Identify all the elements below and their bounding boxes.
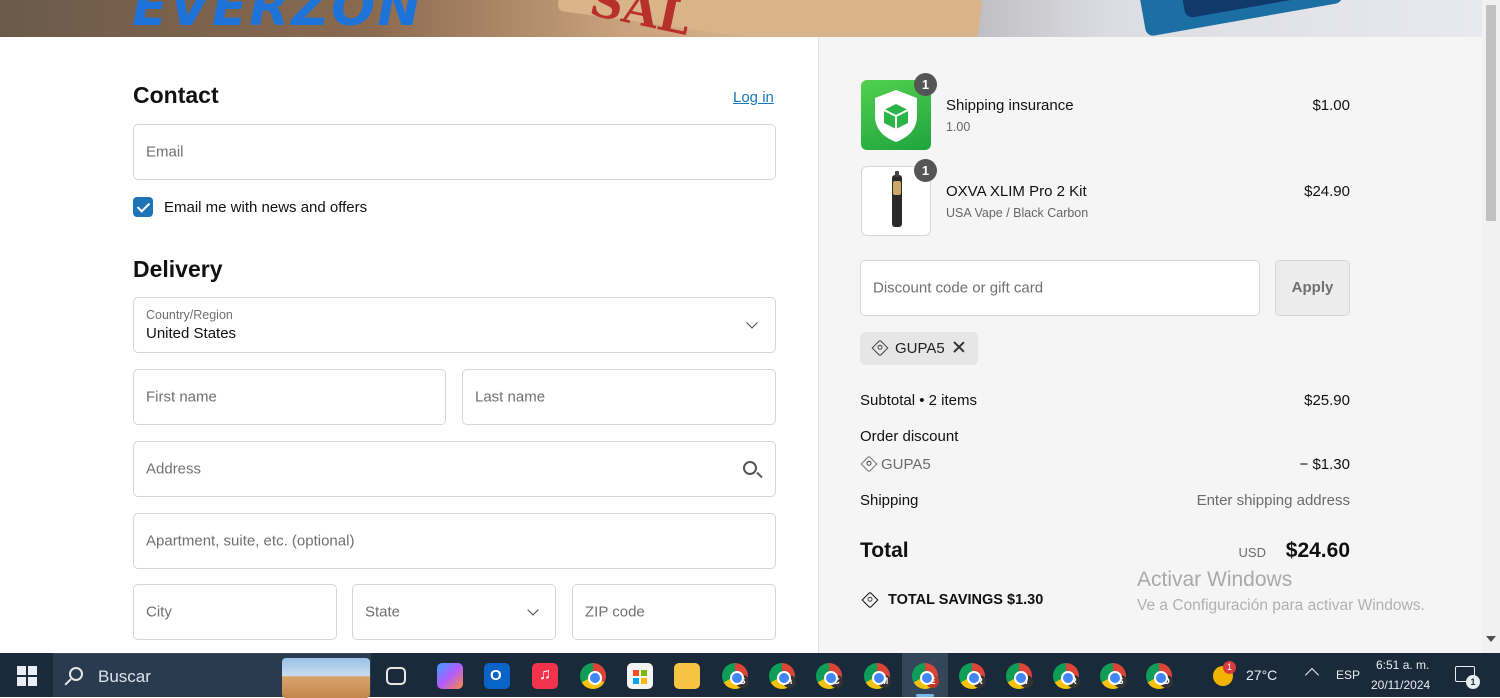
discount-value: − $1.30 xyxy=(1299,456,1350,473)
chrome-profile-icon[interactable]: R xyxy=(1053,663,1080,689)
clock-time[interactable]: 6:51 a. m. xyxy=(1376,658,1429,672)
store-logo[interactable]: EVERZON xyxy=(132,0,423,37)
discount-code-input[interactable]: Discount code or gift card xyxy=(860,260,1260,316)
notification-count: 1 xyxy=(1466,675,1480,689)
chrome-profile-icon[interactable]: R xyxy=(959,663,986,689)
login-link[interactable]: Log in xyxy=(733,89,774,106)
music-icon[interactable]: ♫ xyxy=(532,663,558,689)
order-discount-label: Order discount xyxy=(860,428,959,445)
search-highlight-image xyxy=(282,658,370,698)
item-name: Shipping insurance xyxy=(946,97,1074,114)
chrome-profile-icon[interactable]: C xyxy=(816,663,843,689)
email-field[interactable]: Email xyxy=(133,124,776,180)
chrome-profile-icon[interactable]: S xyxy=(1100,663,1127,689)
total-savings-value: $1.30 xyxy=(1007,592,1044,608)
shipping-label: Shipping xyxy=(860,492,919,509)
city-field[interactable]: City xyxy=(133,584,337,640)
chrome-profile-icon[interactable]: D xyxy=(1146,663,1173,689)
scrollbar-thumb[interactable] xyxy=(1486,5,1496,221)
chrome-profile-icon[interactable]: I xyxy=(1006,663,1033,689)
city-placeholder: City xyxy=(146,603,172,621)
zip-placeholder: ZIP code xyxy=(585,603,645,621)
email-placeholder: Email xyxy=(146,143,184,161)
newsletter-checkbox[interactable] xyxy=(133,197,153,217)
remove-discount-icon[interactable] xyxy=(952,340,966,354)
address-search-icon[interactable] xyxy=(743,461,757,475)
item-variant: 1.00 xyxy=(946,120,971,134)
weather-badge: 1 xyxy=(1223,661,1236,674)
item-price: $24.90 xyxy=(1304,183,1350,200)
state-placeholder: State xyxy=(365,603,401,621)
subtotal-value: $25.90 xyxy=(1304,392,1350,409)
subtotal-label: Subtotal • 2 items xyxy=(860,392,977,409)
task-view-icon[interactable] xyxy=(386,667,406,685)
store-banner: SAL EVERZON xyxy=(0,0,1482,37)
item-quantity-badge: 1 xyxy=(914,159,937,182)
file-explorer-icon[interactable] xyxy=(674,663,700,689)
zip-field[interactable]: ZIP code xyxy=(572,584,776,640)
shipping-value: Enter shipping address xyxy=(1196,492,1350,509)
temperature[interactable]: 27°C xyxy=(1246,667,1277,683)
outlook-icon[interactable]: O xyxy=(484,663,510,689)
address-placeholder: Address xyxy=(146,460,202,478)
apartment-placeholder: Apartment, suite, etc. (optional) xyxy=(146,532,355,550)
chevron-down-icon xyxy=(746,317,758,329)
newsletter-label[interactable]: Email me with news and offers xyxy=(164,199,367,216)
taskbar-search-box[interactable]: Buscar xyxy=(53,653,371,698)
copilot-icon[interactable] xyxy=(437,663,463,689)
contact-heading: Contact xyxy=(133,82,219,108)
start-button[interactable] xyxy=(17,666,37,686)
discount-placeholder: Discount code or gift card xyxy=(873,279,1044,297)
apply-button[interactable]: Apply xyxy=(1275,260,1350,316)
last-name-field[interactable]: Last name xyxy=(462,369,776,425)
total-label: Total xyxy=(860,539,909,562)
page-scrollbar[interactable] xyxy=(1482,0,1500,653)
clock-date[interactable]: 20/11/2024 xyxy=(1371,678,1430,692)
chrome-profile-icon[interactable]: n xyxy=(769,663,796,689)
scroll-down-arrow-icon[interactable] xyxy=(1486,636,1496,642)
chrome-profile-icon[interactable]: M xyxy=(864,663,891,689)
item-price: $1.00 xyxy=(1312,97,1350,114)
apartment-field[interactable]: Apartment, suite, etc. (optional) xyxy=(133,513,776,569)
country-label: Country/Region xyxy=(146,308,233,322)
state-select[interactable]: State xyxy=(352,584,556,640)
language-indicator[interactable]: ESP xyxy=(1336,668,1360,682)
store-icon[interactable] xyxy=(627,663,653,689)
windows-taskbar: Buscar O ♫ S n C M E R I R S D 1 27°C ES… xyxy=(0,653,1500,698)
last-name-placeholder: Last name xyxy=(475,388,546,406)
applied-discount-code: GUPA5 xyxy=(895,340,945,357)
chrome-profile-icon[interactable]: S xyxy=(722,663,749,689)
total-currency: USD xyxy=(1238,545,1266,560)
windows-activation-title: Activar Windows xyxy=(1137,568,1293,591)
chrome-profile-icon[interactable]: E xyxy=(912,663,939,689)
item-name: OXVA XLIM Pro 2 Kit xyxy=(946,183,1087,200)
total-value: $24.60 xyxy=(1285,539,1350,562)
taskbar-search-label: Buscar xyxy=(98,667,151,686)
country-value: United States xyxy=(146,325,237,342)
search-icon xyxy=(69,667,83,681)
discount-code-label: GUPA5 xyxy=(881,456,931,473)
item-variant: USA Vape / Black Carbon xyxy=(946,206,1089,220)
chevron-down-icon xyxy=(527,604,539,616)
windows-activation-subtitle: Ve a Configuración para activar Windows. xyxy=(1137,597,1425,614)
country-select[interactable]: Country/Region United States xyxy=(133,297,776,353)
chrome-icon[interactable] xyxy=(580,663,606,689)
address-field[interactable]: Address xyxy=(133,441,776,497)
total-savings-label: TOTAL SAVINGS xyxy=(888,592,1003,608)
first-name-placeholder: First name xyxy=(146,388,217,406)
tag-icon xyxy=(871,339,889,357)
first-name-field[interactable]: First name xyxy=(133,369,446,425)
banner-sale-text: SAL xyxy=(585,0,696,37)
item-quantity-badge: 1 xyxy=(914,73,937,96)
delivery-heading: Delivery xyxy=(133,256,223,282)
